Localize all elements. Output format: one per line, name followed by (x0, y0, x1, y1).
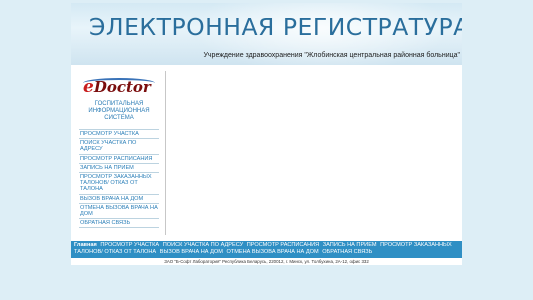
copyright-text: ЗАО "Б-Софт Лаборатория" Республика Бела… (164, 259, 369, 264)
footer-link-view-schedule[interactable]: ПРОСМОТР РАСПИСАНИЯ (247, 242, 319, 248)
institution-name: Учреждение здравоохранения "Жлобинская ц… (203, 52, 460, 59)
site-title: ЭЛЕКТРОННАЯ РЕГИСТРАТУРА (89, 13, 462, 41)
footer-link-home[interactable]: Главная (74, 242, 97, 248)
header-banner: ЭЛЕКТРОННАЯ РЕГИСТРАТУРА Учреждение здра… (71, 3, 462, 65)
logo-swoosh-icon (83, 78, 155, 88)
edoctor-logo[interactable]: eDoctor (83, 77, 159, 99)
sidebar-item-find-district[interactable]: ПОИСК УЧАСТКА ПО АДРЕСУ (79, 138, 159, 153)
sidebar-item-tickets[interactable]: ПРОСМОТР ЗАКАЗАННЫХ ТАЛОНОВ/ ОТКАЗ ОТ ТА… (79, 172, 159, 194)
sidebar-item-view-schedule[interactable]: ПРОСМОТР РАСПИСАНИЯ (79, 153, 159, 163)
sidebar-item-feedback[interactable]: ОБРАТНАЯ СВЯЗЬ (79, 218, 159, 229)
footer-link-view-district[interactable]: ПРОСМОТР УЧАСТКА (100, 242, 159, 248)
footer-link-appointment[interactable]: ЗАПИСЬ НА ПРИЕМ (323, 242, 377, 248)
sidebar-item-cancel-house-call[interactable]: ОТМЕНА ВЫЗОВА ВРАЧА НА ДОМ (79, 202, 159, 218)
sidebar-item-house-call[interactable]: ВЫЗОВ ВРАЧА НА ДОМ (79, 193, 159, 203)
sidebar-item-appointment[interactable]: ЗАПИСЬ НА ПРИЕМ (79, 162, 159, 172)
system-title: ГОСПИТАЛЬНАЯ ИНФОРМАЦИОННАЯ СИСТЕМА (88, 101, 150, 121)
content-divider (165, 71, 166, 235)
sidebar-item-view-district[interactable]: ПРОСМОТР УЧАСТКА (79, 129, 159, 138)
footer-link-house-call[interactable]: ВЫЗОВ ВРАЧА НА ДОМ (160, 249, 223, 255)
footer-link-cancel-house-call[interactable]: ОТМЕНА ВЫЗОВА ВРАЧА НА ДОМ (226, 249, 318, 255)
sidebar-menu: ПРОСМОТР УЧАСТКА ПОИСК УЧАСТКА ПО АДРЕСУ… (79, 129, 159, 229)
sidebar: eDoctor ГОСПИТАЛЬНАЯ ИНФОРМАЦИОННАЯ СИСТ… (79, 77, 159, 229)
footer-link-find-district[interactable]: ПОИСК УЧАСТКА ПО АДРЕСУ (163, 242, 243, 248)
footer-nav: Главная ПРОСМОТР УЧАСТКА ПОИСК УЧАСТКА П… (71, 241, 462, 258)
page-container: ЭЛЕКТРОННАЯ РЕГИСТРАТУРА Учреждение здра… (71, 3, 462, 265)
footer-link-feedback[interactable]: ОБРАТНАЯ СВЯЗЬ (322, 249, 372, 255)
